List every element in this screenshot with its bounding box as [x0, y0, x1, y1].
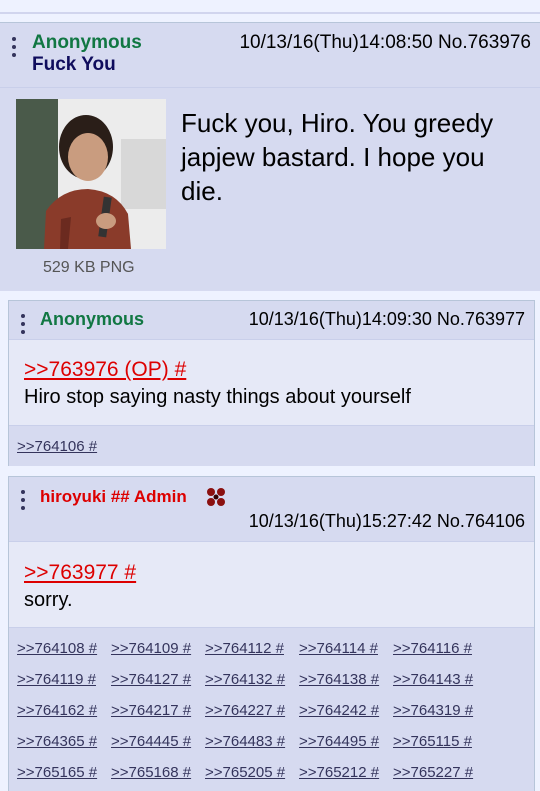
post-menu-icon[interactable] [21, 490, 27, 514]
post-datetime: 10/13/16(Thu)15:27:42 [248, 511, 432, 531]
backlink[interactable]: >>764162 # [17, 702, 97, 719]
reply-post-764106: hiroyuki ## Admin 10/13/16(Thu)15:27:42 … [8, 476, 535, 791]
backlink[interactable]: >>764495 # [299, 733, 379, 750]
poster-name: Anonymous [32, 32, 142, 53]
backlink[interactable]: >>764106 # [17, 438, 97, 455]
backlink[interactable]: >>764112 # [205, 640, 284, 657]
post-menu-icon[interactable] [21, 314, 27, 338]
op-body: Fuck you, Hiro. You greedy japjew bastar… [0, 87, 540, 291]
backlink[interactable]: >>764445 # [111, 733, 191, 750]
backlink[interactable]: >>764127 # [111, 671, 191, 688]
post-comment: sorry. [24, 589, 73, 611]
quote-link[interactable]: >>763976 (OP) # [24, 358, 186, 382]
quote-link[interactable]: >>763977 # [24, 561, 136, 585]
backlink[interactable]: >>765165 # [17, 764, 97, 781]
post-number[interactable]: No.763977 [437, 309, 525, 329]
post-datetime-number: 10/13/16(Thu)14:08:50 No.763976 [239, 32, 531, 54]
backlink[interactable]: >>765205 # [205, 764, 285, 781]
backlink[interactable]: >>765168 # [111, 764, 191, 781]
backlink[interactable]: >>764138 # [299, 671, 379, 688]
backlink[interactable]: >>765227 # [393, 764, 473, 781]
backlink[interactable]: >>764114 # [299, 640, 378, 657]
post-datetime: 10/13/16(Thu)14:08:50 [239, 32, 433, 53]
post-body: >>763976 (OP) # Hiro stop saying nasty t… [9, 339, 534, 425]
post-comment: Hiro stop saying nasty things about your… [24, 386, 411, 408]
backlink[interactable]: >>765212 # [299, 764, 379, 781]
admin-emblem-icon [207, 488, 225, 506]
backlink[interactable]: >>764116 # [393, 640, 472, 657]
top-strip [0, 0, 540, 14]
backlink[interactable]: >>765115 # [393, 733, 472, 750]
portrait-photo [16, 99, 166, 249]
post-number[interactable]: No.763976 [438, 32, 531, 53]
backlink[interactable]: >>764242 # [299, 702, 379, 719]
backlink[interactable]: >>764119 # [17, 671, 96, 688]
file-info[interactable]: 529 KB PNG [43, 259, 135, 277]
poster-name: Anonymous [40, 309, 145, 329]
post-image[interactable] [16, 99, 166, 249]
backlink[interactable]: >>764132 # [205, 671, 285, 688]
post-datetime-number: 10/13/16(Thu)14:09:30 No.763977 [249, 309, 525, 330]
backlink[interactable]: >>764483 # [205, 733, 285, 750]
reply-post-763977: Anonymous 10/13/16(Thu)14:09:30 No.76397… [8, 300, 535, 466]
backlink[interactable]: >>764143 # [393, 671, 473, 688]
post-datetime: 10/13/16(Thu)14:09:30 [248, 309, 432, 329]
backlink[interactable]: >>764108 # [17, 640, 97, 657]
post-menu-icon[interactable] [12, 37, 18, 61]
post-comment: Fuck you, Hiro. You greedy japjew bastar… [181, 108, 494, 206]
post-number[interactable]: No.764106 [437, 511, 525, 531]
backlink[interactable]: >>764227 # [205, 702, 285, 719]
backlinks: >>764106 # [9, 425, 534, 466]
post-body: >>763977 # sorry. [9, 541, 534, 627]
backlinks: >>764108 # >>764109 # >>764112 # >>764114 #… [9, 627, 534, 791]
backlink[interactable]: >>764217 # [111, 702, 191, 719]
post-datetime-number: 10/13/16(Thu)15:27:42 No.764106 [249, 511, 525, 532]
poster-name-admin: hiroyuki ## Admin [40, 487, 187, 506]
backlink[interactable]: >>764365 # [17, 733, 97, 750]
backlink[interactable]: >>764319 # [393, 702, 473, 719]
post-subject: Fuck You [32, 54, 116, 75]
op-post: Anonymous Fuck You 10/13/16(Thu)14:08:50… [0, 22, 540, 291]
backlink[interactable]: >>764109 # [111, 640, 191, 657]
